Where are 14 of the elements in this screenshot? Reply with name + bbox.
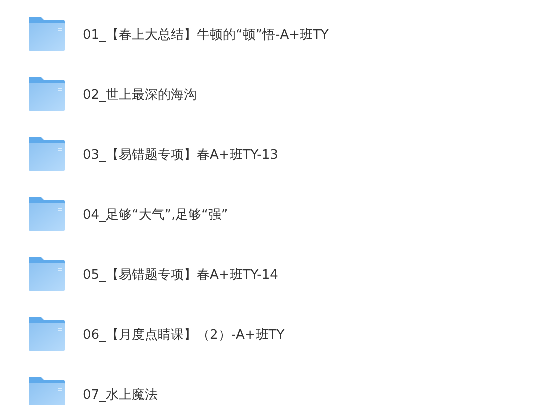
folder-name[interactable]: 07_水上魔法 [83, 386, 158, 405]
folder-icon[interactable] [29, 137, 65, 171]
folder-name[interactable]: 05_【易错题专项】春A+班TY-14 [83, 266, 278, 286]
folder-icon[interactable] [29, 197, 65, 231]
folder-icon[interactable] [29, 17, 65, 51]
folder-icon[interactable] [29, 257, 65, 291]
folder-icon[interactable] [29, 377, 65, 405]
folder-name[interactable]: 06_【月度点睛课】（2）-A+班TY [83, 326, 285, 346]
folder-name[interactable]: 03_【易错题专项】春A+班TY-13 [83, 146, 278, 166]
folder-name[interactable]: 01_【春上大总结】牛顿的“顿”悟-A+班TY [83, 26, 329, 46]
folder-name[interactable]: 04_足够“大气”,足够“强” [83, 206, 228, 226]
folder-name[interactable]: 02_世上最深的海沟 [83, 86, 198, 106]
folder-icon[interactable] [29, 77, 65, 111]
folder-icon[interactable] [29, 317, 65, 351]
